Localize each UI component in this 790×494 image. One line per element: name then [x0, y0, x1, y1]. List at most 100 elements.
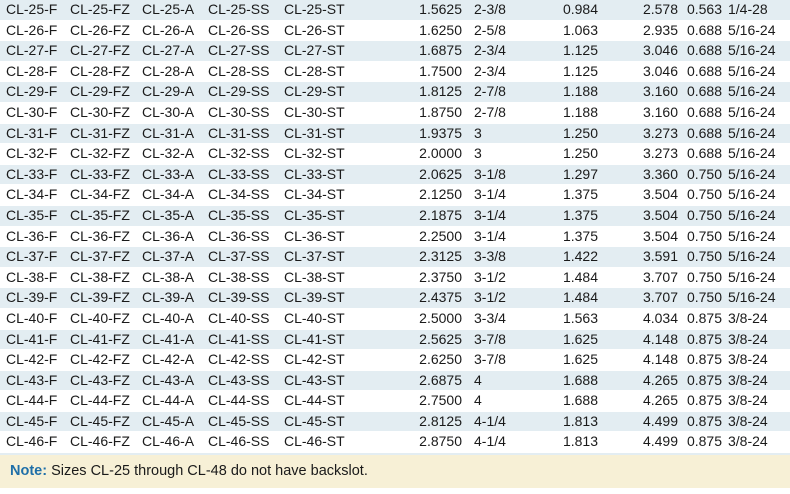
cell-dim-c: 4.499 [598, 431, 678, 453]
cell-thread: 3/8-24 [722, 349, 790, 371]
cell-dim-decimal: 2.5625 [410, 329, 462, 350]
cell-dim-c: 4.265 [598, 370, 678, 391]
table-row: CL-26-F CL-26-FZ CL-26-A CL-26-SS CL-26-ST 1.… [0, 20, 790, 41]
cell-part-f: CL-42-F [0, 349, 70, 371]
cell-part-fz: CL-39-FZ [70, 287, 142, 309]
cell-part-fz: CL-36-FZ [70, 226, 142, 247]
cell-part-ss: CL-37-SS [208, 246, 284, 268]
cell-part-fz: CL-26-FZ [70, 20, 142, 41]
cell-dim-decimal: 2.0000 [410, 143, 462, 165]
cell-dim-b: 1.625 [528, 349, 598, 371]
cell-dim-decimal: 2.7500 [410, 390, 462, 412]
cell-part-f: CL-46-F [0, 431, 70, 453]
cell-dim-decimal: 2.2500 [410, 226, 462, 247]
cell-dim-d: 0.563 [678, 0, 722, 21]
cell-dim-decimal: 1.6875 [410, 40, 462, 62]
cell-dim-d: 0.750 [678, 164, 722, 185]
cell-part-ss: CL-31-SS [208, 123, 284, 144]
table-row: CL-41-F CL-41-FZ CL-41-A CL-41-SS CL-41-ST 2.… [0, 329, 790, 350]
cell-dim-fraction: 2-3/8 [462, 0, 528, 21]
cell-part-a: CL-42-A [142, 349, 208, 371]
cell-part-f: CL-32-F [0, 143, 70, 165]
cell-part-f: CL-44-F [0, 390, 70, 412]
cell-dim-d: 0.750 [678, 226, 722, 247]
cell-thread: 3/8-24 [722, 329, 790, 350]
cell-dim-d: 0.688 [678, 81, 722, 103]
cell-thread: 5/16-24 [722, 267, 790, 288]
cell-part-st: CL-46-ST [284, 431, 410, 453]
cell-part-ss: CL-39-SS [208, 287, 284, 309]
table-row: CL-40-F CL-40-FZ CL-40-A CL-40-SS CL-40-ST 2.… [0, 308, 790, 329]
table-row: CL-34-F CL-34-FZ CL-34-A CL-34-SS CL-34-ST 2.… [0, 184, 790, 206]
cell-dim-c: 4.265 [598, 390, 678, 412]
cell-thread: 5/16-24 [722, 40, 790, 62]
cell-part-f: CL-43-F [0, 370, 70, 391]
table-row: CL-38-F CL-38-FZ CL-38-A CL-38-SS CL-38-ST 2.… [0, 267, 790, 288]
table-row: CL-28-F CL-28-FZ CL-28-A CL-28-SS CL-28-ST 1.… [0, 61, 790, 82]
cell-part-fz: CL-37-FZ [70, 246, 142, 268]
cell-part-st: CL-25-ST [284, 0, 410, 21]
cell-dim-b: 1.375 [528, 226, 598, 247]
note-label: Note: [10, 463, 48, 479]
cell-part-a: CL-27-A [142, 40, 208, 62]
collar-spec-table: CL-25-F CL-25-FZ CL-25-A CL-25-SS CL-25-ST 1.… [0, 0, 790, 494]
cell-part-fz: CL-29-FZ [70, 81, 142, 103]
cell-thread: 5/16-24 [722, 226, 790, 247]
cell-part-f: CL-41-F [0, 329, 70, 350]
cell-part-fz: CL-43-FZ [70, 370, 142, 391]
cell-part-ss: CL-41-SS [208, 329, 284, 350]
cell-part-f: CL-40-F [0, 308, 70, 329]
cell-dim-d: 0.875 [678, 431, 722, 453]
table-row: CL-42-F CL-42-FZ CL-42-A CL-42-SS CL-42-ST 2.… [0, 349, 790, 371]
table-row: CL-31-F CL-31-FZ CL-31-A CL-31-SS CL-31-ST 1.… [0, 123, 790, 144]
cell-dim-c: 3.504 [598, 205, 678, 227]
cell-part-st: CL-29-ST [284, 81, 410, 103]
cell-part-f: CL-25-F [0, 0, 70, 21]
cell-part-st: CL-31-ST [284, 123, 410, 144]
cell-dim-d: 0.688 [678, 102, 722, 124]
cell-part-ss: CL-32-SS [208, 143, 284, 165]
cell-part-st: CL-41-ST [284, 329, 410, 350]
cell-dim-fraction: 4 [462, 390, 528, 412]
cell-dim-d: 0.875 [678, 411, 722, 432]
cell-part-a: CL-29-A [142, 81, 208, 103]
cell-dim-c: 2.578 [598, 0, 678, 21]
cell-part-st: CL-32-ST [284, 143, 410, 165]
cell-dim-c: 3.707 [598, 287, 678, 309]
table-row: CL-46-F CL-46-FZ CL-46-A CL-46-SS CL-46-ST 2.… [0, 431, 790, 453]
cell-part-a: CL-43-A [142, 370, 208, 391]
cell-dim-decimal: 2.6875 [410, 370, 462, 391]
table-row: CL-33-F CL-33-FZ CL-33-A CL-33-SS CL-33-ST 2.… [0, 164, 790, 185]
cell-part-f: CL-36-F [0, 226, 70, 247]
cell-part-st: CL-34-ST [284, 184, 410, 206]
cell-part-fz: CL-31-FZ [70, 123, 142, 144]
cell-dim-decimal: 1.9375 [410, 123, 462, 144]
cell-thread: 5/16-24 [722, 20, 790, 41]
cell-thread: 5/16-24 [722, 184, 790, 206]
cell-part-fz: CL-28-FZ [70, 61, 142, 82]
cell-part-a: CL-34-A [142, 184, 208, 206]
cell-dim-fraction: 2-7/8 [462, 102, 528, 124]
cell-dim-c: 3.273 [598, 123, 678, 144]
cell-part-f: CL-37-F [0, 246, 70, 268]
cell-dim-d: 0.875 [678, 390, 722, 412]
cell-thread: 5/16-24 [722, 81, 790, 103]
cell-dim-d: 0.688 [678, 123, 722, 144]
cell-thread: 3/8-24 [722, 308, 790, 329]
cell-dim-c: 3.707 [598, 267, 678, 288]
cell-dim-fraction: 4 [462, 370, 528, 391]
cell-dim-decimal: 2.6250 [410, 349, 462, 371]
cell-dim-decimal: 2.1250 [410, 184, 462, 206]
cell-part-a: CL-39-A [142, 287, 208, 309]
cell-dim-b: 1.625 [528, 329, 598, 350]
cell-dim-decimal: 1.5625 [410, 0, 462, 21]
table-row: CL-44-F CL-44-FZ CL-44-A CL-44-SS CL-44-ST 2.… [0, 390, 790, 412]
cell-part-a: CL-30-A [142, 102, 208, 124]
cell-thread: 5/16-24 [722, 61, 790, 82]
cell-part-a: CL-45-A [142, 411, 208, 432]
cell-part-st: CL-33-ST [284, 164, 410, 185]
cell-part-ss: CL-30-SS [208, 102, 284, 124]
cell-part-f: CL-45-F [0, 411, 70, 432]
cell-part-a: CL-26-A [142, 20, 208, 41]
cell-part-ss: CL-36-SS [208, 226, 284, 247]
